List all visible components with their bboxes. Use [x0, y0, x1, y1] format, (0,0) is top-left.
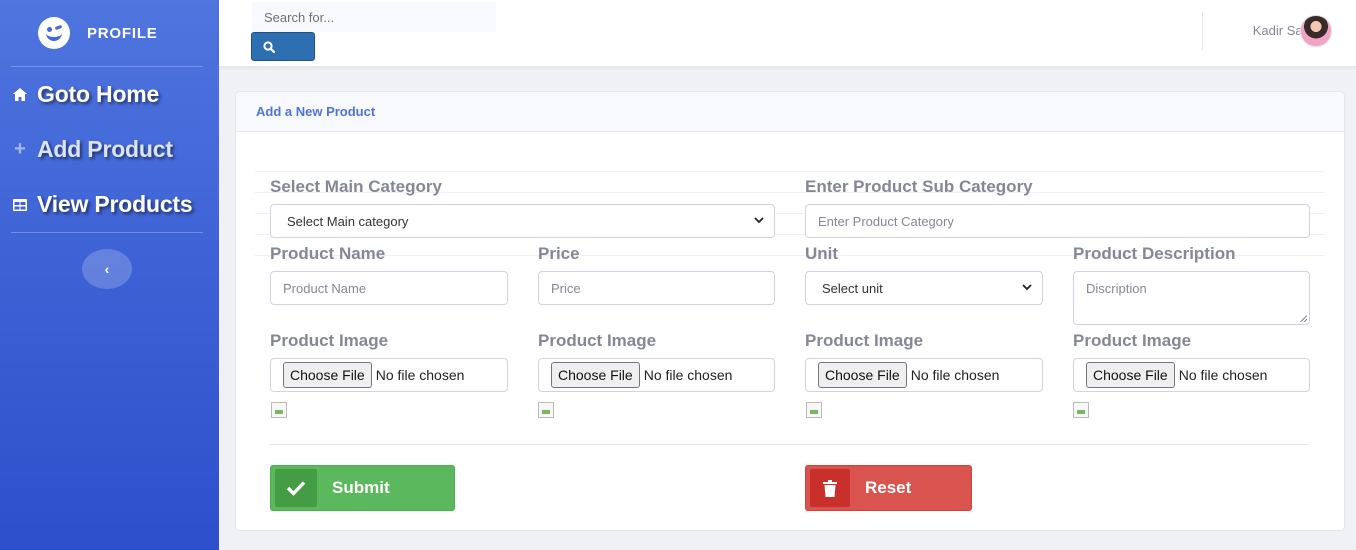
price-label: Price — [538, 244, 580, 263]
sub-category-input[interactable]: Enter Product Category — [805, 204, 1310, 238]
select-value: Select Main category — [287, 213, 409, 229]
trash-icon — [810, 469, 850, 507]
topbar: Kadir Saifi — [219, 0, 1356, 66]
product-image-file-input[interactable]: Choose File No file chosen — [538, 358, 775, 392]
avatar[interactable] — [1300, 15, 1332, 47]
smiley-logo-icon — [38, 17, 70, 49]
unit-select[interactable]: Select unit — [805, 271, 1043, 305]
product-name-input[interactable]: Product Name — [270, 271, 508, 305]
chevron-down-icon — [754, 216, 764, 227]
sidebar-item-goto-home[interactable]: Goto Home — [0, 67, 219, 122]
topbar-divider — [1202, 12, 1203, 50]
sidebar-item-label: Add Product — [37, 136, 173, 162]
reset-button[interactable]: Reset — [805, 465, 972, 511]
product-image-file-input[interactable]: Choose File No file chosen — [805, 358, 1043, 392]
description-textarea[interactable]: Discription — [1073, 271, 1310, 325]
sidebar-item-label: View Products — [37, 191, 193, 217]
product-image-label: Product Image — [1073, 331, 1192, 350]
search-icon — [263, 40, 275, 53]
resize-handle-icon[interactable] — [1300, 315, 1307, 322]
select-value: Select unit — [822, 280, 883, 296]
brand-title: PROFILE — [87, 24, 158, 42]
product-image-label: Product Image — [538, 331, 657, 350]
broken-image-icon — [538, 402, 554, 418]
choose-file-button[interactable]: Choose File — [551, 362, 640, 388]
search-button[interactable] — [251, 32, 315, 61]
product-image-label: Product Image — [270, 331, 389, 350]
file-status: No file chosen — [643, 367, 733, 383]
check-icon — [275, 469, 317, 507]
product-image-file-input[interactable]: Choose File No file chosen — [1073, 358, 1310, 392]
search-input[interactable] — [252, 2, 496, 32]
choose-file-button[interactable]: Choose File — [818, 362, 907, 388]
broken-image-icon — [806, 402, 822, 418]
sub-category-label: Enter Product Sub Category — [805, 177, 1033, 196]
sidebar-item-view-products[interactable]: View Products — [0, 177, 219, 232]
broken-image-icon — [1073, 402, 1089, 418]
card-header: Add a New Product — [236, 92, 1344, 132]
choose-file-button[interactable]: Choose File — [283, 362, 372, 388]
product-image-file-input[interactable]: Choose File No file chosen — [270, 358, 508, 392]
card-title: Add a New Product — [256, 104, 376, 119]
plus-icon: + — [14, 138, 26, 160]
chevron-down-icon — [1022, 283, 1032, 294]
divider — [255, 171, 1325, 172]
file-status: No file chosen — [375, 367, 465, 383]
sidebar-toggle-button[interactable]: ‹ — [82, 249, 132, 289]
submit-button[interactable]: Submit — [270, 465, 455, 511]
file-status: No file chosen — [910, 367, 1000, 383]
sidebar-brand[interactable]: PROFILE — [0, 0, 219, 66]
file-status: No file chosen — [1178, 367, 1268, 383]
choose-file-button[interactable]: Choose File — [1086, 362, 1175, 388]
textarea-placeholder: Discription — [1086, 281, 1147, 296]
sidebar: PROFILE Goto Home + Add Product View Pro… — [0, 0, 219, 550]
sidebar-divider — [11, 232, 203, 233]
price-input[interactable]: Price — [538, 271, 775, 305]
sidebar-item-add-product[interactable]: + Add Product — [0, 122, 219, 177]
product-name-label: Product Name — [270, 244, 386, 263]
sidebar-item-label: Goto Home — [37, 81, 160, 107]
main-category-select[interactable]: Select Main category — [270, 204, 775, 238]
chevron-left-icon: ‹ — [104, 261, 110, 277]
home-icon — [12, 88, 28, 101]
submit-label: Submit — [332, 478, 390, 497]
unit-label: Unit — [805, 244, 839, 263]
form-divider — [270, 444, 1310, 445]
description-label: Product Description — [1073, 244, 1236, 263]
table-icon — [12, 198, 28, 211]
main-category-label: Select Main Category — [270, 177, 442, 196]
broken-image-icon — [271, 402, 287, 418]
product-image-label: Product Image — [805, 331, 924, 350]
reset-label: Reset — [865, 478, 912, 497]
